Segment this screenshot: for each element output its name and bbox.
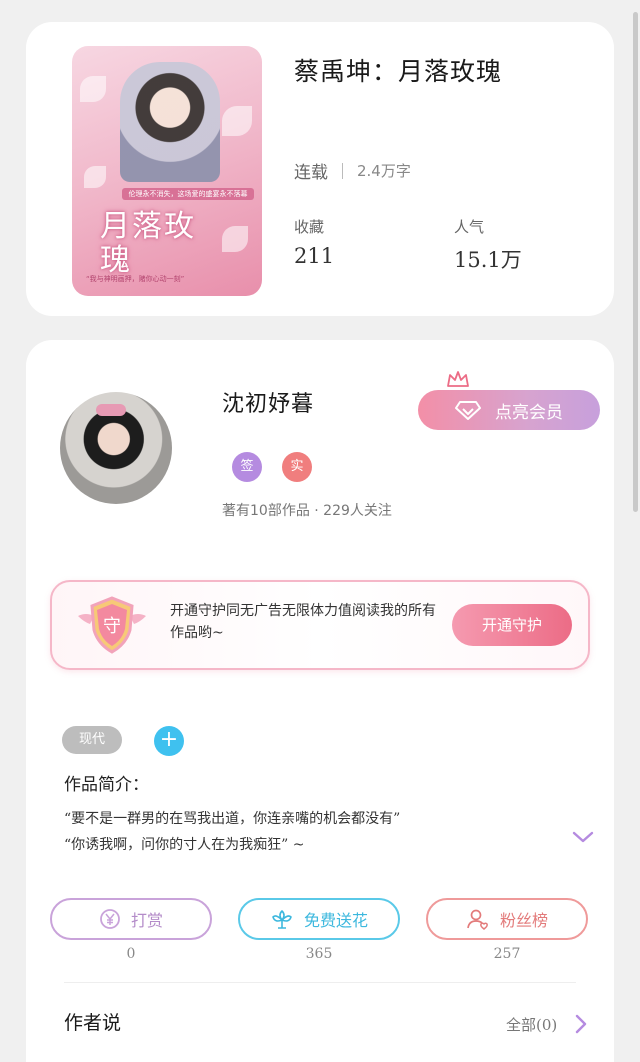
author-stats: 著有10部作品 · 229人关注 <box>222 503 392 519</box>
badge-signed: 签 <box>232 452 262 482</box>
petal-decoration <box>80 76 106 102</box>
tip-button[interactable]: 打赏 <box>50 898 212 940</box>
tip-label: 打赏 <box>130 911 163 930</box>
tip-count: 0 <box>126 946 136 962</box>
vip-button-label: 点亮会员 <box>495 402 563 423</box>
shield-icon: 守 <box>78 596 146 654</box>
guard-description: 开通守护同无广告无限体力值阅读我的所有作品哟~ <box>170 603 436 641</box>
intro-line: “要不是一群男的在骂我出道，你连亲嘴的机会都没有” <box>64 811 401 827</box>
tag-modern[interactable]: 现代 <box>62 726 122 754</box>
author-says-title: 作者说 <box>64 1012 122 1034</box>
flower-icon <box>272 910 292 929</box>
section-divider <box>64 982 576 983</box>
page-scrollbar[interactable] <box>633 12 638 512</box>
crown-icon <box>447 371 469 387</box>
stat-value-popularity: 15.1万 <box>454 248 522 272</box>
fan-user-icon <box>467 909 488 930</box>
send-flower-label: 免费送花 <box>303 911 368 930</box>
book-status: 连载 <box>294 163 328 183</box>
chevron-right-icon[interactable] <box>574 1014 588 1034</box>
cover-bottom-line: “我与神明画押，赌你心动一刻” <box>86 275 185 283</box>
fan-ranking-label: 粉丝榜 <box>499 911 548 930</box>
author-avatar[interactable] <box>60 392 172 504</box>
send-flower-button[interactable]: 免费送花 <box>238 898 400 940</box>
open-guard-button[interactable]: 开通守护 <box>452 604 572 646</box>
cover-tagline: 伦理永不消失，这场爱的盛宴永不落幕 <box>122 188 254 200</box>
intro-label: 作品简介： <box>64 775 149 795</box>
book-meta: 连载 2.4万字 <box>294 158 411 183</box>
fan-count: 257 <box>493 946 521 962</box>
book-info-card: 伦理永不消失，这场爱的盛宴永不落幕 月落玫瑰 “我与神明画押，赌你心动一刻” 蔡… <box>26 22 614 316</box>
stat-label-popularity: 人气 <box>454 218 485 236</box>
intro-text: “要不是一群男的在骂我出道，你连亲嘴的机会都没有” “你诱我啊，问你的寸人在为我… <box>64 806 554 858</box>
hair-bow-decoration <box>96 404 126 416</box>
cover-portrait <box>120 62 220 182</box>
book-word-count: 2.4万字 <box>357 162 411 180</box>
guard-banner: 守 开通守护同无广告无限体力值阅读我的所有作品哟~ 开通守护 <box>50 580 590 670</box>
book-cover[interactable]: 伦理永不消失，这场爱的盛宴永不落幕 月落玫瑰 “我与神明画押，赌你心动一刻” <box>72 46 262 296</box>
badge-verified: 实 <box>282 452 312 482</box>
cover-title: 月落玫瑰 <box>100 209 196 278</box>
all-comments-link[interactable]: 全部(0) <box>506 1014 557 1035</box>
diamond-icon <box>455 401 481 420</box>
stat-label-favorites: 收藏 <box>294 218 325 236</box>
petal-decoration <box>84 166 106 188</box>
book-title: 蔡禹坤：月落玫瑰 <box>294 57 503 86</box>
flower-count: 365 <box>305 946 333 962</box>
chevron-down-icon[interactable] <box>572 830 594 844</box>
yen-coin-icon <box>100 909 120 929</box>
fan-ranking-button[interactable]: 粉丝榜 <box>426 898 588 940</box>
shield-text: 守 <box>103 616 121 637</box>
author-card: 沈初妤暮 签 实 著有10部作品 · 229人关注 点亮会员 守 开通守护同无广… <box>26 340 614 1062</box>
meta-divider <box>342 162 343 179</box>
add-tag-button[interactable]: + <box>154 726 184 756</box>
vip-button[interactable]: 点亮会员 <box>418 390 600 430</box>
intro-line: “你诱我啊，问你的寸人在为我痴狂” ~ <box>64 837 305 853</box>
petal-decoration <box>222 106 252 136</box>
author-name[interactable]: 沈初妤暮 <box>222 386 314 418</box>
stat-value-favorites: 211 <box>294 244 335 268</box>
petal-decoration <box>222 226 248 252</box>
